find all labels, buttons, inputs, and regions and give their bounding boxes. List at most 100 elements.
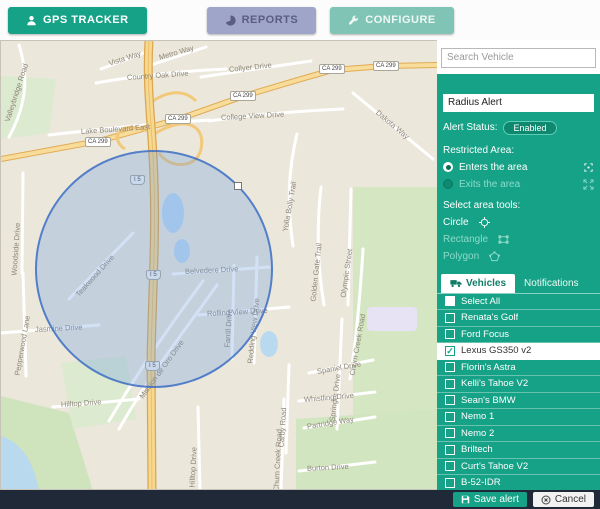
checkbox-unchecked-icon[interactable] xyxy=(445,461,455,471)
enter-area-icon xyxy=(583,162,594,173)
road-label: Dakota Way xyxy=(374,108,411,141)
vehicle-label: Nemo 2 xyxy=(461,428,494,439)
vehicle-row[interactable]: Sean's BMW xyxy=(437,393,600,410)
vehicle-row[interactable]: Renata's Golf xyxy=(437,310,600,327)
vehicle-label: B-52-IDR xyxy=(461,477,501,488)
checkbox-unchecked-icon[interactable] xyxy=(445,362,455,372)
wrench-icon xyxy=(348,15,359,26)
save-alert-button[interactable]: Save alert xyxy=(453,492,527,507)
checkbox-unchecked-icon[interactable] xyxy=(445,445,455,455)
vehicle-row[interactable]: Ford Focus xyxy=(437,327,600,344)
vehicle-label: Lexus GS350 v2 xyxy=(461,345,531,356)
checkbox-unchecked-icon[interactable] xyxy=(445,329,455,339)
polygon-tool-icon xyxy=(489,251,500,262)
radio-off-icon[interactable] xyxy=(443,179,453,189)
map-canvas[interactable]: Valleybridge RoadVista WayMetro WayCount… xyxy=(0,40,437,490)
tab-gps-tracker[interactable]: GPS TRACKER xyxy=(8,7,147,34)
exit-area-icon xyxy=(583,179,594,190)
alert-name-input[interactable] xyxy=(443,94,594,112)
tab-reports[interactable]: REPORTS xyxy=(207,7,317,34)
alert-status-label: Alert Status: xyxy=(443,122,497,133)
option-label: Exits the area xyxy=(459,179,520,190)
vehicle-label: Renata's Golf xyxy=(461,312,518,323)
tab-label: REPORTS xyxy=(242,14,299,26)
vehicle-row[interactable]: Kelli's Tahoe V2 xyxy=(437,376,600,393)
highway-shield: CA 299 xyxy=(230,91,256,101)
cancel-label: Cancel xyxy=(555,494,586,505)
checkbox-unchecked-icon[interactable] xyxy=(445,313,455,323)
road-label: Partridge Way xyxy=(306,415,354,431)
app-header: GPS TRACKER REPORTS CONFIGURE xyxy=(0,0,600,40)
vehicle-label: Nemo 1 xyxy=(461,411,494,422)
vehicle-row[interactable]: Briltech xyxy=(437,442,600,459)
highway-shield: CA 299 xyxy=(373,61,399,71)
vehicle-label: Select All xyxy=(461,296,500,307)
checkbox-unchecked-icon[interactable] xyxy=(445,412,455,422)
tool-label: Polygon xyxy=(443,251,479,262)
vehicle-row[interactable]: Nemo 2 xyxy=(437,426,600,443)
alert-sidebar: Alert Status: Enabled Restricted Area: E… xyxy=(437,40,600,490)
checkbox-checked-icon[interactable]: ✓ xyxy=(445,346,455,356)
checkbox-unchecked-icon[interactable] xyxy=(445,379,455,389)
alert-status-row: Alert Status: Enabled xyxy=(443,121,594,135)
circle-resize-handle[interactable] xyxy=(234,182,242,190)
person-icon xyxy=(26,15,37,26)
tool-polygon[interactable]: Polygon xyxy=(443,251,594,262)
option-exits-area[interactable]: Exits the area xyxy=(443,179,594,190)
vehicle-row[interactable]: Select All xyxy=(437,294,600,311)
save-label: Save alert xyxy=(474,494,519,505)
road-label: Burton Drive xyxy=(307,462,349,473)
vehicle-label: Briltech xyxy=(461,444,493,455)
main-area: Valleybridge RoadVista WayMetro WayCount… xyxy=(0,40,600,490)
road-label: Country Oak Drive xyxy=(127,69,189,82)
tool-label: Circle xyxy=(443,217,469,228)
search-bar xyxy=(437,40,600,74)
checkbox-unchecked-icon[interactable] xyxy=(445,428,455,438)
road-label: Vista Way xyxy=(108,49,142,68)
rectangle-tool-icon xyxy=(498,234,509,245)
road-label: Hilltop Drive xyxy=(188,447,199,488)
road-label: Golden Gate Trail xyxy=(309,243,324,302)
road-label: Woodside Drive xyxy=(10,223,23,276)
truck-icon xyxy=(450,279,462,288)
road-label: Collyer Drive xyxy=(229,61,273,74)
vehicle-list: Select All Renata's Golf Ford Focus ✓ Lexus … xyxy=(437,293,600,492)
road-label: Olympic Street xyxy=(339,248,355,298)
road-label: Metro Way xyxy=(158,43,195,62)
option-enters-area[interactable]: Enters the area xyxy=(443,162,594,173)
gps-tracker-app: GPS TRACKER REPORTS CONFIGURE xyxy=(0,0,600,40)
vehicle-row[interactable]: Curt's Tahoe V2 xyxy=(437,459,600,476)
pie-chart-icon xyxy=(225,15,236,26)
radio-on-icon[interactable] xyxy=(443,162,453,172)
area-tools-label: Select area tools: xyxy=(443,200,594,211)
checkbox-unchecked-icon[interactable] xyxy=(445,395,455,405)
road-label: College View Drive xyxy=(221,110,285,122)
road-label: Lake Boulevard East xyxy=(81,122,151,136)
tab-vehicles[interactable]: Vehicles xyxy=(441,274,515,293)
close-icon xyxy=(541,495,551,505)
tab-label: Vehicles xyxy=(466,278,506,289)
vehicle-label: Ford Focus xyxy=(461,329,509,340)
tab-label: CONFIGURE xyxy=(365,14,436,26)
checkbox-unchecked-icon[interactable] xyxy=(445,296,455,306)
tool-rectangle[interactable]: Rectangle xyxy=(443,234,594,245)
search-vehicle-input[interactable] xyxy=(441,48,596,68)
tab-notifications[interactable]: Notifications xyxy=(515,274,587,293)
alert-status-toggle[interactable]: Enabled xyxy=(503,121,556,135)
vehicle-label: Sean's BMW xyxy=(461,395,516,406)
vehicle-label: Kelli's Tahoe V2 xyxy=(461,378,528,389)
vehicle-row[interactable]: Florin's Astra xyxy=(437,360,600,377)
vehicle-row[interactable]: Nemo 1 xyxy=(437,409,600,426)
highway-shield: CA 299 xyxy=(165,114,191,124)
tool-circle[interactable]: Circle xyxy=(443,217,594,228)
vehicle-label: Florin's Astra xyxy=(461,362,516,373)
tab-label: GPS TRACKER xyxy=(43,14,129,26)
tab-configure[interactable]: CONFIGURE xyxy=(330,7,454,34)
cancel-button[interactable]: Cancel xyxy=(533,492,594,507)
highway-shield: CA 299 xyxy=(319,64,345,74)
checkbox-unchecked-icon[interactable] xyxy=(445,478,455,488)
tab-label: Notifications xyxy=(524,278,578,289)
vehicle-row[interactable]: ✓ Lexus GS350 v2 xyxy=(437,343,600,360)
road-label: Churn Creek Road xyxy=(272,429,284,490)
alert-panel: Alert Status: Enabled Restricted Area: E… xyxy=(437,74,600,492)
